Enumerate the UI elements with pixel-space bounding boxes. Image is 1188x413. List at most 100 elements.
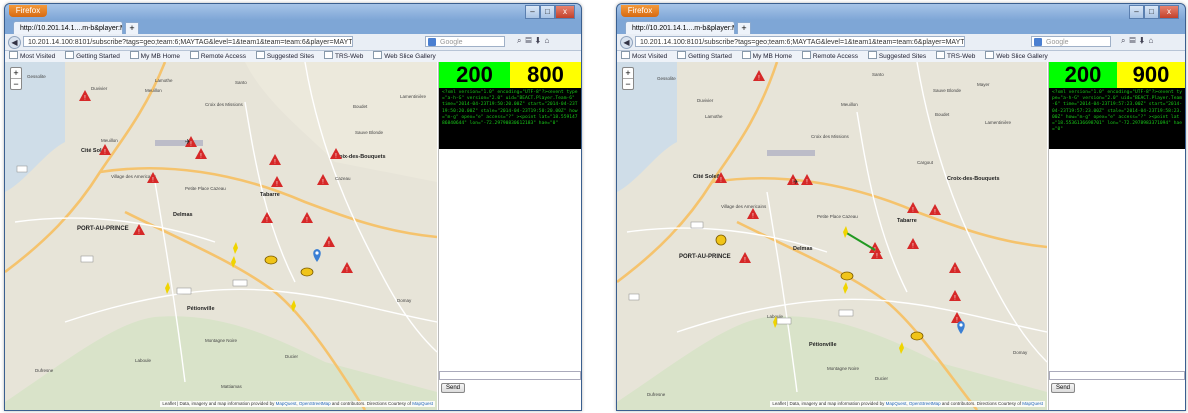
page-icon xyxy=(741,51,751,59)
side-panel: 200 800 <?xml version="1.0" encoding="UT… xyxy=(438,62,581,410)
green-counter: 200 xyxy=(1049,62,1117,88)
browser-window-right: Firefox – □ x http://10.201.14.1....m-b&… xyxy=(616,3,1186,411)
search-input[interactable]: Google xyxy=(1031,36,1111,47)
back-arrow-icon[interactable]: ◀ xyxy=(8,36,21,49)
firefox-menu-button[interactable]: Firefox xyxy=(621,5,659,17)
maximize-button[interactable]: □ xyxy=(539,5,555,19)
side-panel: 200 900 <?xml version="1.0" encoding="UT… xyxy=(1048,62,1185,410)
bookmark-item[interactable]: Suggested Sites xyxy=(867,51,926,60)
bookmark-item[interactable]: TRS-Web xyxy=(935,51,975,60)
map-label: PORT-AU-PRINCE xyxy=(679,254,731,260)
map-label: Croix-des-Bouquets xyxy=(947,176,1000,182)
cot-xml-output: <?xml version="1.0" encoding="UTF-8"?><e… xyxy=(1049,88,1185,149)
message-input[interactable] xyxy=(1049,371,1185,380)
bookmark-item[interactable]: Web Slice Gallery xyxy=(985,51,1048,60)
attribution-link[interactable]: MapQuest xyxy=(412,401,433,406)
url-field[interactable]: 10.201.14.100:8101/subscribe?tags=geo;te… xyxy=(635,36,965,47)
yellow-counter: 900 xyxy=(1117,62,1185,88)
map-label: Lamothe xyxy=(155,78,173,83)
attribution-link[interactable]: OpenStreetMap xyxy=(909,401,941,406)
zoom-in-button[interactable]: + xyxy=(623,68,633,79)
page-icon xyxy=(935,51,945,59)
send-button[interactable]: Send xyxy=(441,383,466,393)
attribution-text: Leaflet | Data, imagery and map informat… xyxy=(772,401,885,406)
bookmark-item[interactable]: TRS-Web xyxy=(323,51,363,60)
map-label: Pétionville xyxy=(187,306,215,312)
score-counters: 200 900 xyxy=(1049,62,1185,88)
bookmark-item[interactable]: Most Visited xyxy=(9,51,55,60)
map-canvas[interactable]: Gessolite Santo Mayer Sauve Blonde Duviv… xyxy=(617,62,1047,410)
close-button[interactable]: x xyxy=(554,5,575,19)
tab-strip: http://10.201.14.1....m-b&player:MAYTAG … xyxy=(5,20,581,35)
map-label: Lamentinière xyxy=(985,120,1012,125)
map-label: Duvivier xyxy=(91,86,108,91)
taxi-icon[interactable] xyxy=(264,255,278,265)
map-label: Lamothe xyxy=(705,114,723,119)
bookmark-item[interactable]: My MB Home xyxy=(741,51,792,60)
search-input[interactable]: Google xyxy=(425,36,505,47)
map-view[interactable]: Gessolite Santo Mayer Sauve Blonde Duviv… xyxy=(617,62,1047,410)
bookmark-item[interactable]: Getting Started xyxy=(65,51,120,60)
bookmark-item[interactable]: Most Visited xyxy=(621,51,667,60)
toolbar-icons[interactable]: ⌕▤⬇⌂ xyxy=(1121,36,1157,46)
attribution-link[interactable]: MapQuest xyxy=(886,401,907,406)
map-label: Duvivier xyxy=(697,98,714,103)
bookmark-folder-icon xyxy=(9,51,18,59)
player-icon[interactable] xyxy=(715,234,727,246)
page-icon xyxy=(255,51,265,59)
bookmark-item[interactable]: Remote Access xyxy=(189,51,246,60)
bookmark-item[interactable]: My MB Home xyxy=(129,51,180,60)
map-view[interactable]: Gessolite Lamothe Duvivier Meuillon Sant… xyxy=(5,62,437,410)
bookmark-item[interactable]: Suggested Sites xyxy=(255,51,314,60)
taxi-icon[interactable] xyxy=(300,267,314,277)
navigation-bar: ◀ 10.201.14.100:8101/subscribe?tags=geo;… xyxy=(5,34,581,51)
map-label: PORT-AU-PRINCE xyxy=(77,226,129,232)
close-button[interactable]: x xyxy=(1158,5,1179,19)
window-controls: – □ x xyxy=(525,5,575,19)
browser-window-left: Firefox – □ x http://10.201.14.1....m-b&… xyxy=(4,3,582,411)
back-arrow-icon[interactable]: ◀ xyxy=(620,36,633,49)
browser-tab[interactable]: http://10.201.14.1....m-b&player:MAYTAG xyxy=(13,21,123,34)
attribution-text: Leaflet | Data, imagery and map informat… xyxy=(162,401,275,406)
map-label: Montagne Noire xyxy=(205,338,238,343)
page-content: Gessolite Lamothe Duvivier Meuillon Sant… xyxy=(5,62,581,410)
firefox-menu-button[interactable]: Firefox xyxy=(9,5,47,17)
attribution-link[interactable]: MapQuest xyxy=(1022,401,1043,406)
title-bar: Firefox – □ x xyxy=(617,4,1185,20)
taxi-icon[interactable] xyxy=(910,331,924,341)
zoom-in-button[interactable]: + xyxy=(11,68,21,79)
zoom-out-button[interactable]: − xyxy=(11,79,21,89)
toolbar-icons[interactable]: ⌕▤⬇⌂ xyxy=(517,36,553,46)
map-label: Croix des Missions xyxy=(811,134,850,139)
map-label: Santo xyxy=(872,72,884,77)
map-label: Lamentinière xyxy=(400,94,427,99)
page-icon xyxy=(801,51,811,59)
attribution-text: and contributors. Directions Courtesy of xyxy=(941,401,1021,406)
map-label: Delmas xyxy=(173,212,193,218)
zoom-out-button[interactable]: − xyxy=(623,79,633,89)
map-label: Village des Americains xyxy=(721,204,767,209)
minimize-button[interactable]: – xyxy=(1129,5,1144,19)
green-counter: 200 xyxy=(439,62,510,88)
map-label: Pétionville xyxy=(809,342,837,348)
page-icon xyxy=(677,51,687,59)
minimize-button[interactable]: – xyxy=(525,5,540,19)
browser-tab[interactable]: http://10.201.14.1....m-b&player:MAYTAG xyxy=(625,21,735,34)
map-attribution: Leaflet | Data, imagery and map informat… xyxy=(770,401,1045,407)
attribution-link[interactable]: OpenStreetMap xyxy=(299,401,331,406)
map-label: Sauve Blonde xyxy=(933,88,962,93)
bookmark-item[interactable]: Remote Access xyxy=(801,51,858,60)
bookmark-folder-icon xyxy=(621,51,630,59)
send-button[interactable]: Send xyxy=(1051,383,1076,393)
bookmark-item[interactable]: Getting Started xyxy=(677,51,732,60)
maximize-button[interactable]: □ xyxy=(1143,5,1159,19)
url-field[interactable]: 10.201.14.100:8101/subscribe?tags=geo;te… xyxy=(23,36,353,47)
message-input[interactable] xyxy=(439,371,581,380)
yellow-counter: 800 xyxy=(510,62,581,88)
taxi-icon[interactable] xyxy=(840,271,854,281)
bookmark-item[interactable]: Web Slice Gallery xyxy=(373,51,436,60)
attribution-link[interactable]: MapQuest xyxy=(276,401,297,406)
map-canvas[interactable]: Gessolite Lamothe Duvivier Meuillon Sant… xyxy=(5,62,437,410)
page-icon xyxy=(65,51,75,59)
map-label: Meuillon xyxy=(145,88,162,93)
